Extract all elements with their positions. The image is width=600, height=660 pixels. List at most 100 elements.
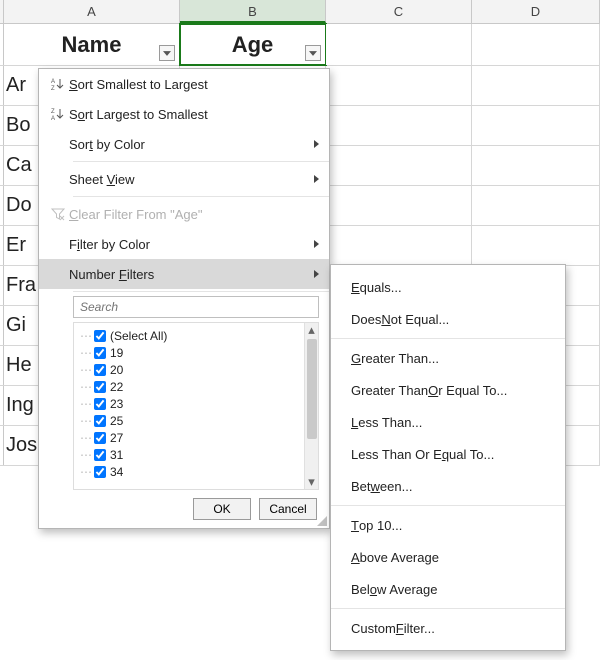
filter-value[interactable]: ⋯25 (80, 412, 318, 429)
cell-empty[interactable] (472, 226, 600, 265)
filter-value[interactable]: ⋯23 (80, 395, 318, 412)
menu-sheet-view-label: Sheet View (69, 172, 329, 187)
nf-greater-than[interactable]: Greater Than... (331, 342, 565, 374)
table-header-row: Name Age (0, 24, 600, 66)
checkbox-value[interactable] (94, 381, 106, 393)
funnel-clear-icon (47, 207, 69, 221)
cell-empty[interactable] (472, 66, 600, 105)
sort-asc-icon: AZ (47, 77, 69, 91)
header-name-cell[interactable]: Name (4, 24, 180, 65)
filter-value-label: 19 (110, 346, 123, 360)
values-scrollbar[interactable]: ▴ ▾ (304, 323, 318, 489)
header-name-label: Name (62, 32, 122, 58)
cell-empty[interactable] (326, 66, 472, 105)
value-select-all-label: (Select All) (110, 329, 167, 343)
scroll-down-icon[interactable]: ▾ (305, 475, 319, 489)
col-letter-a[interactable]: A (4, 0, 180, 23)
cancel-button[interactable]: Cancel (259, 498, 317, 520)
svg-text:Z: Z (51, 109, 55, 115)
menu-filter-color-label: Filter by Color (69, 237, 329, 252)
header-age-cell[interactable]: Age (180, 24, 326, 65)
filter-value-label: 20 (110, 363, 123, 377)
filter-button-row: OK Cancel (39, 490, 329, 522)
filter-values-list[interactable]: ⋯ (Select All) ⋯19⋯20⋯22⋯23⋯25⋯27⋯31⋯34 … (73, 322, 319, 490)
nf-greater-than-equal[interactable]: Greater Than Or Equal To... (331, 374, 565, 406)
filter-value-label: 22 (110, 380, 123, 394)
checkbox-select-all[interactable] (94, 330, 106, 342)
filter-value[interactable]: ⋯31 (80, 446, 318, 463)
menu-clear-filter: Clear Filter From "Age" (39, 199, 329, 229)
filter-value-label: 34 (110, 465, 123, 479)
nf-custom[interactable]: Custom Filter... (331, 612, 565, 644)
cell-empty[interactable] (326, 226, 472, 265)
resize-handle-icon[interactable] (317, 516, 327, 526)
scroll-up-icon[interactable]: ▴ (305, 323, 319, 337)
cell-empty[interactable] (326, 106, 472, 145)
sort-desc-icon: ZA (47, 107, 69, 121)
filter-value[interactable]: ⋯27 (80, 429, 318, 446)
nf-not-equal[interactable]: Does Not Equal... (331, 303, 565, 335)
filter-value[interactable]: ⋯20 (80, 361, 318, 378)
nf-less-than-equal[interactable]: Less Than Or Equal To... (331, 438, 565, 470)
menu-sort-asc-label: Sort Smallest to Largest (69, 77, 329, 92)
filter-value[interactable]: ⋯34 (80, 463, 318, 480)
number-filters-submenu: Equals... Does Not Equal... Greater Than… (330, 264, 566, 651)
cell-empty[interactable] (472, 106, 600, 145)
chevron-right-icon (314, 270, 319, 278)
filter-dropdown: AZ Sort Smallest to Largest ZA Sort Larg… (38, 68, 330, 529)
value-select-all[interactable]: ⋯ (Select All) (80, 327, 318, 344)
checkbox-value[interactable] (94, 432, 106, 444)
menu-sort-desc[interactable]: ZA Sort Largest to Smallest (39, 99, 329, 129)
menu-sort-desc-label: Sort Largest to Smallest (69, 107, 329, 122)
chevron-right-icon (314, 175, 319, 183)
cell-empty[interactable] (326, 186, 472, 225)
column-letter-row: A B C D (0, 0, 600, 24)
filter-button-name[interactable] (159, 45, 175, 61)
menu-sort-asc[interactable]: AZ Sort Smallest to Largest (39, 69, 329, 99)
filter-value-label: 31 (110, 448, 123, 462)
menu-filter-color[interactable]: Filter by Color (39, 229, 329, 259)
nf-above-avg[interactable]: Above Average (331, 541, 565, 573)
filter-value-label: 25 (110, 414, 123, 428)
nf-less-than[interactable]: Less Than... (331, 406, 565, 438)
nf-below-avg[interactable]: Below Average (331, 573, 565, 605)
chevron-right-icon (314, 140, 319, 148)
checkbox-value[interactable] (94, 364, 106, 376)
scroll-thumb[interactable] (307, 339, 317, 439)
filter-search-input[interactable] (73, 296, 319, 318)
svg-text:A: A (51, 79, 55, 85)
menu-number-filters-label: Number Filters (69, 267, 329, 282)
filter-search-wrap (73, 296, 319, 318)
col-letter-b[interactable]: B (180, 0, 326, 23)
col-letter-c[interactable]: C (326, 0, 472, 23)
filter-value[interactable]: ⋯22 (80, 378, 318, 395)
ok-button[interactable]: OK (193, 498, 251, 520)
svg-text:A: A (51, 116, 55, 121)
header-empty-c[interactable] (326, 24, 472, 65)
checkbox-value[interactable] (94, 415, 106, 427)
menu-sheet-view[interactable]: Sheet View (39, 164, 329, 194)
filter-value-label: 23 (110, 397, 123, 411)
filter-value[interactable]: ⋯19 (80, 344, 318, 361)
cell-empty[interactable] (472, 186, 600, 225)
menu-sort-color-label: Sort by Color (69, 137, 329, 152)
checkbox-value[interactable] (94, 347, 106, 359)
svg-text:Z: Z (51, 86, 55, 91)
col-letter-d[interactable]: D (472, 0, 600, 23)
menu-number-filters[interactable]: Number Filters (39, 259, 329, 289)
filter-value-label: 27 (110, 431, 123, 445)
nf-between[interactable]: Between... (331, 470, 565, 502)
header-empty-d[interactable] (472, 24, 600, 65)
menu-sort-color[interactable]: Sort by Color (39, 129, 329, 159)
menu-clear-filter-label: Clear Filter From "Age" (69, 207, 329, 222)
checkbox-value[interactable] (94, 466, 106, 478)
cell-empty[interactable] (472, 146, 600, 185)
cell-empty[interactable] (326, 146, 472, 185)
header-age-label: Age (232, 32, 274, 58)
checkbox-value[interactable] (94, 449, 106, 461)
chevron-right-icon (314, 240, 319, 248)
checkbox-value[interactable] (94, 398, 106, 410)
nf-equals[interactable]: Equals... (331, 271, 565, 303)
nf-top10[interactable]: Top 10... (331, 509, 565, 541)
filter-button-age[interactable] (305, 45, 321, 61)
